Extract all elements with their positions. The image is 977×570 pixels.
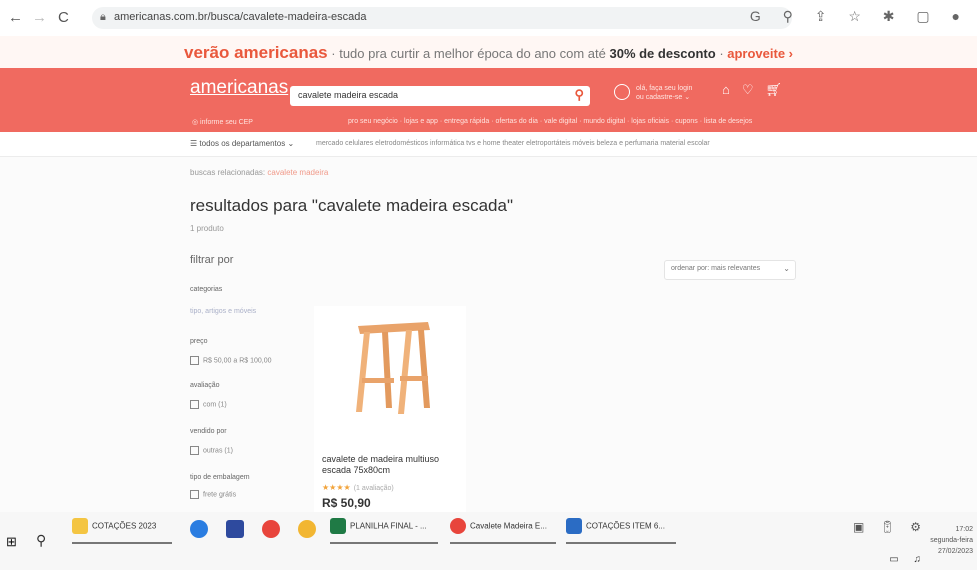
promo-title: verão americanas [183,43,328,62]
product-card[interactable]: cavalete de madeira multiuso escada 75x8… [314,306,466,516]
edge-icon[interactable] [190,520,208,538]
all-departments-button[interactable]: ☰ todos os departamentos ⌄ [190,139,294,148]
site-header: americanas cavalete madeira escada ⚲ olá… [0,68,977,132]
notification-icons[interactable]: ▭ ♫ [889,554,927,565]
sort-label: ordenar por: mais relevantes [671,265,761,272]
login-line-2: ou cadastre-se ⌄ [636,94,691,101]
taskbar-chrome-cavalete[interactable]: Cavalete Madeira E... [450,518,556,544]
clock-date: 27/02/2023 [937,548,973,555]
taskbar-item-label: PLANILHA FINAL - ... [350,521,427,531]
product-name[interactable]: cavalete de madeira multiuso escada 75x8… [322,454,462,476]
filter-heading: filtrar por [190,254,234,266]
store-icon[interactable]: ⌂ [722,82,742,97]
system-tray-icons[interactable]: ▣ 🔋︎ ⚙ [853,520,927,534]
promo-banner[interactable]: verão americanas · tudo pra curtir a mel… [0,36,977,68]
chrome-icon [450,518,466,534]
back-icon[interactable]: ← [8,9,23,26]
browser-extension-icons[interactable]: G ⚲ ⇪ ☆ ✱ ▢ ● [750,8,969,25]
search-icon[interactable]: ⚲ [574,87,584,103]
chrome-icon[interactable] [262,520,280,538]
login-link[interactable]: olá, faça seu login ou cadastre-se ⌄ [636,84,692,102]
chevron-down-icon: ⌄ [783,264,790,273]
filter-price-option[interactable]: R$ 50,00 a R$ 100,00 [190,356,272,365]
filter-rating-option[interactable]: com (1) [190,400,227,409]
department-links[interactable]: mercado celulares eletrodomésticos infor… [316,140,710,147]
related-label: buscas relacionadas: [190,168,266,177]
folder-icon [72,518,88,534]
product-count: 1 produto [190,224,224,233]
sort-select[interactable]: ordenar por: mais relevantes ⌄ [664,260,796,280]
filter-price-label: preço [190,338,208,345]
filter-rating-label: avaliação [190,382,220,389]
store-logo[interactable]: americanas [190,77,288,99]
filter-seller-option[interactable]: outras (1) [190,446,233,455]
filter-packaging-option[interactable]: frete grátis [190,490,236,499]
cart-icon[interactable]: 🛒︎ [766,82,795,97]
star-icons: ★★★★ [322,483,351,492]
taskbar-item-label: COTAÇÕES 2023 [92,521,157,531]
product-rating: ★★★★ (1 avaliação) [322,483,394,492]
header-subbar: ◎ informe seu CEP pro seu negócio · loja… [0,116,977,132]
checkbox[interactable] [190,356,199,365]
related-search-link[interactable]: cavalete madeira [267,168,328,177]
cep-link[interactable]: ◎ informe seu CEP [192,118,253,126]
excel-icon [330,518,346,534]
taskbar-item-label: Cavalete Madeira E... [470,521,547,531]
promo-cta-link[interactable]: aproveite › [727,46,793,61]
filter-packaging-text: frete grátis [203,491,237,499]
address-bar[interactable]: 🔒︎ americanas.com.br/busca/cavalete-made… [92,7,792,29]
product-image[interactable] [348,312,434,420]
header-links[interactable]: pro seu negócio · lojas e app · entrega … [348,118,752,125]
browser-toolbar: ← → C 🔒︎ americanas.com.br/busca/cavalet… [0,0,977,37]
login-line-1: olá, faça seu login [636,85,693,92]
taskbar-excel-planilha[interactable]: PLANILHA FINAL - ... [330,518,438,544]
taskbar-word-cotacoes[interactable]: COTAÇÕES ITEM 6... [566,518,676,544]
heart-icon[interactable]: ♡ [742,82,766,97]
windows-start-icon[interactable]: ⊞ [6,534,17,550]
filter-seller-label: vendido por [190,428,227,435]
departments-nav: ☰ todos os departamentos ⌄ mercado celul… [0,132,977,157]
forward-icon[interactable]: → [32,9,47,26]
clock[interactable]: 17:02 segunda-feira 27/02/2023 [930,524,973,557]
reload-icon[interactable]: C [58,9,69,26]
header-icons[interactable]: ⌂♡🛒︎ [722,82,794,98]
promo-discount: 30% de desconto [609,46,716,61]
taskbar-item-label: COTAÇÕES ITEM 6... [586,521,665,531]
clock-day: segunda-feira [930,537,973,544]
product-price: R$ 50,90 [322,496,371,510]
windows-taskbar: ⊞ ⚲ COTAÇÕES 2023 PLANILHA FINAL - ... C… [0,512,977,570]
promo-text: · tudo pra curtir a melhor época do ano … [331,46,606,61]
lock-icon[interactable]: 🔒︎ [100,11,106,24]
user-icon[interactable] [614,84,630,100]
store-app-icon[interactable] [226,520,244,538]
filter-rating-text: com (1) [203,401,227,409]
filter-category-link[interactable]: tipo, artigos e móveis [190,308,256,315]
checkbox[interactable] [190,490,199,499]
filter-packaging-label: tipo de embalagem [190,474,250,481]
filter-price-text: R$ 50,00 a R$ 100,00 [203,357,272,365]
clock-time: 17:02 [955,526,973,533]
results-title: resultados para "cavalete madeira escada… [190,196,513,215]
word-icon [566,518,582,534]
taskbar-folder-cotacoes[interactable]: COTAÇÕES 2023 [72,518,172,544]
filter-seller-text: outras (1) [203,447,233,455]
search-icon[interactable]: ⚲ [36,532,46,549]
review-count: (1 avaliação) [353,485,394,492]
related-searches: buscas relacionadas: cavalete madeira [190,168,328,177]
checkbox[interactable] [190,446,199,455]
url-text[interactable]: americanas.com.br/busca/cavalete-madeira… [114,11,367,23]
filter-categories-label: categorias [190,286,223,293]
checkbox[interactable] [190,400,199,409]
search-input[interactable]: cavalete madeira escada [298,90,398,100]
search-box[interactable]: cavalete madeira escada ⚲ [290,86,590,106]
chrome-profile-icon[interactable] [298,520,316,538]
